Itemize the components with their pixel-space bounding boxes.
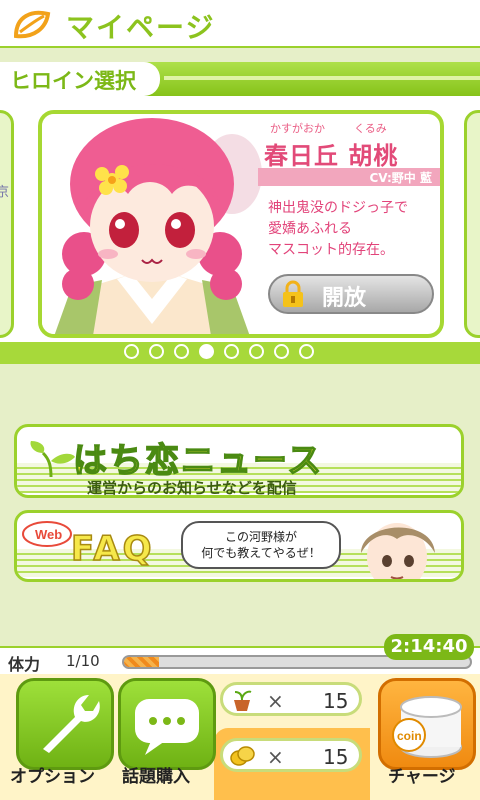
heroine-description: 神出鬼没のドジっ子で 愛嬌あふれる マスコット的存在。 [268,200,408,258]
page-indicator [124,344,314,359]
next-heroine-card[interactable] [464,110,480,338]
page-dot-6[interactable] [249,344,264,359]
option-button[interactable] [16,678,114,770]
heroine-select-bar: ヒロイン選択 [0,62,480,96]
option-label: オプション [10,767,95,787]
page-dot-7[interactable] [274,344,289,359]
heroine-portrait-icon [42,114,262,334]
prev-heroine-card[interactable]: 京 [0,110,14,338]
recovery-timer: 2:14:40 [384,634,474,660]
charge-button[interactable]: coin [378,678,476,770]
name-ruby-family: かすがおか [270,122,325,135]
page-title: マイページ [66,11,216,44]
page-dot-2[interactable] [149,344,164,359]
prev-card-text: 京 [0,185,9,200]
section-title: ヒロイン選択 [10,69,136,93]
page-dot-8[interactable] [299,344,314,359]
heroine-name: 春日丘 胡桃 [264,142,399,170]
plant-count: 15 [323,689,349,713]
topic-purchase-button[interactable] [118,678,216,770]
page-dot-3[interactable] [174,344,189,359]
page-indicator-bar [0,342,480,364]
app-header: マイページ [0,0,480,48]
coins-icon [230,746,255,766]
coin-text: coin [397,729,422,743]
unlock-button[interactable]: 開放 [268,274,434,314]
faq-speech-bubble: この河野様が 何でも教えてやるぜ！ [181,521,341,569]
sprout-icon [30,441,75,478]
page-dot-4[interactable] [199,344,214,359]
name-ruby-given: くるみ [354,122,387,135]
page-dot-5[interactable] [224,344,239,359]
heroine-carousel[interactable]: 京 かすがおか くるみ 春日丘 胡桃 CV:野中 藍 神出鬼没のドジっ子で 愛嬌… [0,96,480,348]
coin-times: × [267,745,284,769]
stamina-value: 1/10 [66,652,100,670]
plant-pot-icon [234,690,252,711]
news-banner[interactable]: はち恋ニュース 運営からのお知らせなどを配信 [14,424,464,498]
kono-character-icon [361,523,435,579]
voice-actor: CV:野中 藍 [369,171,432,185]
plant-counter: × 15 [220,682,362,716]
faq-banner[interactable]: Web FAQ この河野様が 何でも教えてやるぜ！ [14,510,464,582]
page-dot-1[interactable] [124,344,139,359]
speech-bubble-icon [135,699,199,755]
faq-title: FAQ [70,528,155,570]
section-stripe [164,76,480,80]
charge-label: チャージ [388,767,456,787]
plant-times: × [267,689,284,713]
web-badge-icon: Web [22,521,72,547]
coin-stack-icon: coin [392,696,462,758]
stamina-label: 体力 [8,655,41,674]
leaf-logo-icon [13,10,51,39]
topic-purchase-label: 話題購入 [122,767,190,787]
web-badge-text: Web [35,527,62,542]
news-subtitle: 運営からのお知らせなどを配信 [87,479,297,497]
stamina-gauge-fill [124,657,159,667]
faq-bubble-text: この河野様が 何でも教えてやるぜ！ [201,530,321,560]
section-tab: ヒロイン選択 [0,62,160,96]
unlock-label: 開放 [322,286,367,311]
coin-counter: × 15 [220,738,362,772]
coin-count: 15 [323,745,349,769]
lock-icon [283,280,303,307]
news-title: はち恋ニュース [72,440,324,482]
heroine-card[interactable]: かすがおか くるみ 春日丘 胡桃 CV:野中 藍 神出鬼没のドジっ子で 愛嬌あふ… [38,110,444,338]
wrench-icon [43,695,100,753]
